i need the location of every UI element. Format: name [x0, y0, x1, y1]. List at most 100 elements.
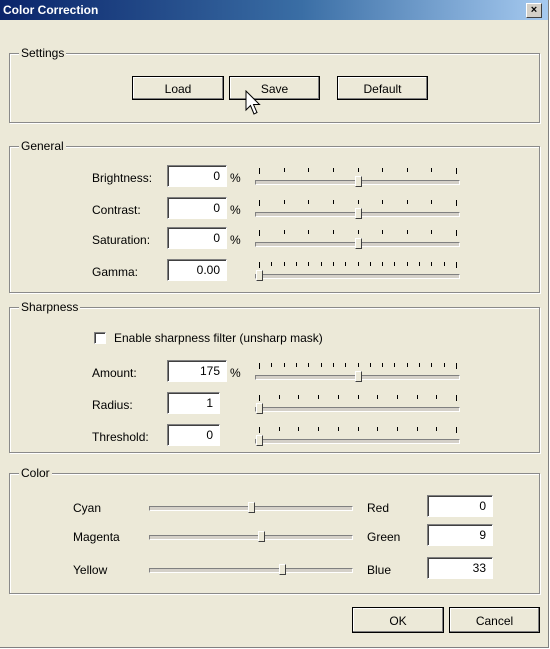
slider-tick	[443, 262, 445, 266]
slider-tick	[283, 168, 285, 172]
slider-thumb[interactable]	[256, 435, 263, 446]
slider-tick	[259, 168, 260, 174]
slider-tick	[357, 262, 359, 266]
color-legend: Color	[19, 466, 52, 480]
slider-tick	[431, 230, 433, 234]
gamma-field[interactable]: 0.00	[167, 259, 227, 281]
ok-button[interactable]: OK	[352, 607, 444, 633]
slider-tick	[308, 230, 310, 234]
slider-thumb[interactable]	[354, 238, 362, 249]
window-title: Color Correction	[3, 3, 99, 17]
slider-tick	[456, 427, 457, 433]
contrast-slider[interactable]	[255, 197, 460, 221]
brightness-slider[interactable]	[255, 165, 460, 189]
brightness-field[interactable]: 0	[167, 165, 227, 187]
blue-field[interactable]: 33	[427, 557, 493, 579]
slider-tick	[295, 363, 297, 367]
slider-tick	[431, 262, 433, 266]
mouse-pointer-icon	[245, 90, 261, 115]
threshold-field[interactable]: 0	[167, 424, 220, 446]
general-legend: General	[19, 139, 66, 153]
slider-track	[149, 568, 353, 573]
red-field[interactable]: 0	[427, 495, 493, 517]
slider-tick	[456, 262, 457, 268]
slider-tick	[271, 363, 273, 367]
magenta-green-slider[interactable]	[149, 525, 353, 549]
slider-thumb[interactable]	[256, 403, 263, 414]
slider-tick	[332, 230, 334, 234]
slider-tick	[259, 200, 260, 206]
settings-group: Settings Load Save Default	[9, 46, 540, 123]
slider-tick	[278, 427, 280, 431]
slider-tick	[456, 168, 457, 174]
slider-tick	[431, 200, 433, 204]
saturation-slider[interactable]	[255, 227, 460, 251]
threshold-slider[interactable]	[255, 424, 460, 448]
close-button[interactable]: ×	[526, 3, 542, 18]
cyan-red-slider[interactable]	[149, 496, 353, 520]
slider-tick	[332, 200, 334, 204]
slider-tick	[298, 395, 300, 399]
slider-thumb[interactable]	[354, 176, 362, 187]
slider-tick	[431, 168, 433, 172]
saturation-field[interactable]: 0	[167, 227, 227, 249]
gamma-label: Gamma:	[92, 265, 139, 279]
slider-track	[149, 535, 353, 540]
slider-tick	[406, 200, 408, 204]
slider-tick	[377, 395, 379, 399]
slider-tick	[259, 395, 260, 401]
slider-tick	[406, 230, 408, 234]
magenta-label: Magenta	[73, 530, 120, 544]
radius-slider[interactable]	[255, 392, 460, 416]
slider-tick	[271, 262, 273, 266]
slider-thumb[interactable]	[248, 502, 255, 513]
slider-tick	[318, 427, 320, 431]
amount-label: Amount:	[92, 366, 137, 380]
radius-field[interactable]: 1	[167, 392, 220, 414]
save-button[interactable]: Save	[229, 76, 320, 100]
title-bar[interactable]: Color Correction ×	[0, 0, 548, 20]
slider-tick	[456, 230, 457, 236]
slider-tick	[382, 200, 384, 204]
contrast-field[interactable]: 0	[167, 197, 227, 219]
slider-tick	[337, 427, 339, 431]
slider-tick	[456, 395, 457, 401]
slider-thumb[interactable]	[354, 208, 362, 219]
slider-thumb[interactable]	[354, 371, 362, 382]
slider-tick	[419, 262, 421, 266]
sharpness-legend: Sharpness	[19, 300, 81, 314]
slider-tick	[419, 363, 421, 367]
red-label: Red	[367, 501, 390, 515]
slider-thumb[interactable]	[279, 564, 287, 575]
saturation-label: Saturation:	[92, 233, 151, 247]
slider-tick	[283, 262, 285, 266]
slider-tick	[357, 363, 359, 367]
cancel-button[interactable]: Cancel	[449, 607, 540, 633]
slider-tick	[345, 262, 347, 266]
slider-tick	[396, 395, 398, 399]
slider-tick	[259, 262, 260, 268]
slider-thumb[interactable]	[256, 270, 263, 281]
amount-slider[interactable]	[255, 360, 460, 384]
slider-tick	[259, 427, 260, 433]
sharpness-enable-checkbox[interactable]	[94, 332, 106, 344]
slider-tick	[283, 200, 285, 204]
sharpness-enable-label[interactable]: Enable sharpness filter (unsharp mask)	[114, 331, 323, 345]
slider-tick	[298, 427, 300, 431]
default-button[interactable]: Default	[337, 76, 428, 100]
yellow-blue-slider[interactable]	[149, 558, 353, 582]
gamma-slider[interactable]	[255, 259, 460, 283]
slider-thumb[interactable]	[257, 531, 265, 542]
load-button[interactable]: Load	[132, 76, 224, 100]
slider-tick	[369, 363, 371, 367]
slider-tick	[394, 262, 396, 266]
slider-tick	[406, 363, 408, 367]
radius-label: Radius:	[92, 398, 133, 412]
green-field[interactable]: 9	[427, 524, 493, 546]
blue-label: Blue	[367, 563, 392, 577]
slider-tick	[357, 200, 359, 204]
amount-field[interactable]: 175	[167, 360, 227, 382]
slider-tick	[320, 262, 322, 266]
slider-tick	[443, 363, 445, 367]
slider-tick	[357, 168, 359, 172]
